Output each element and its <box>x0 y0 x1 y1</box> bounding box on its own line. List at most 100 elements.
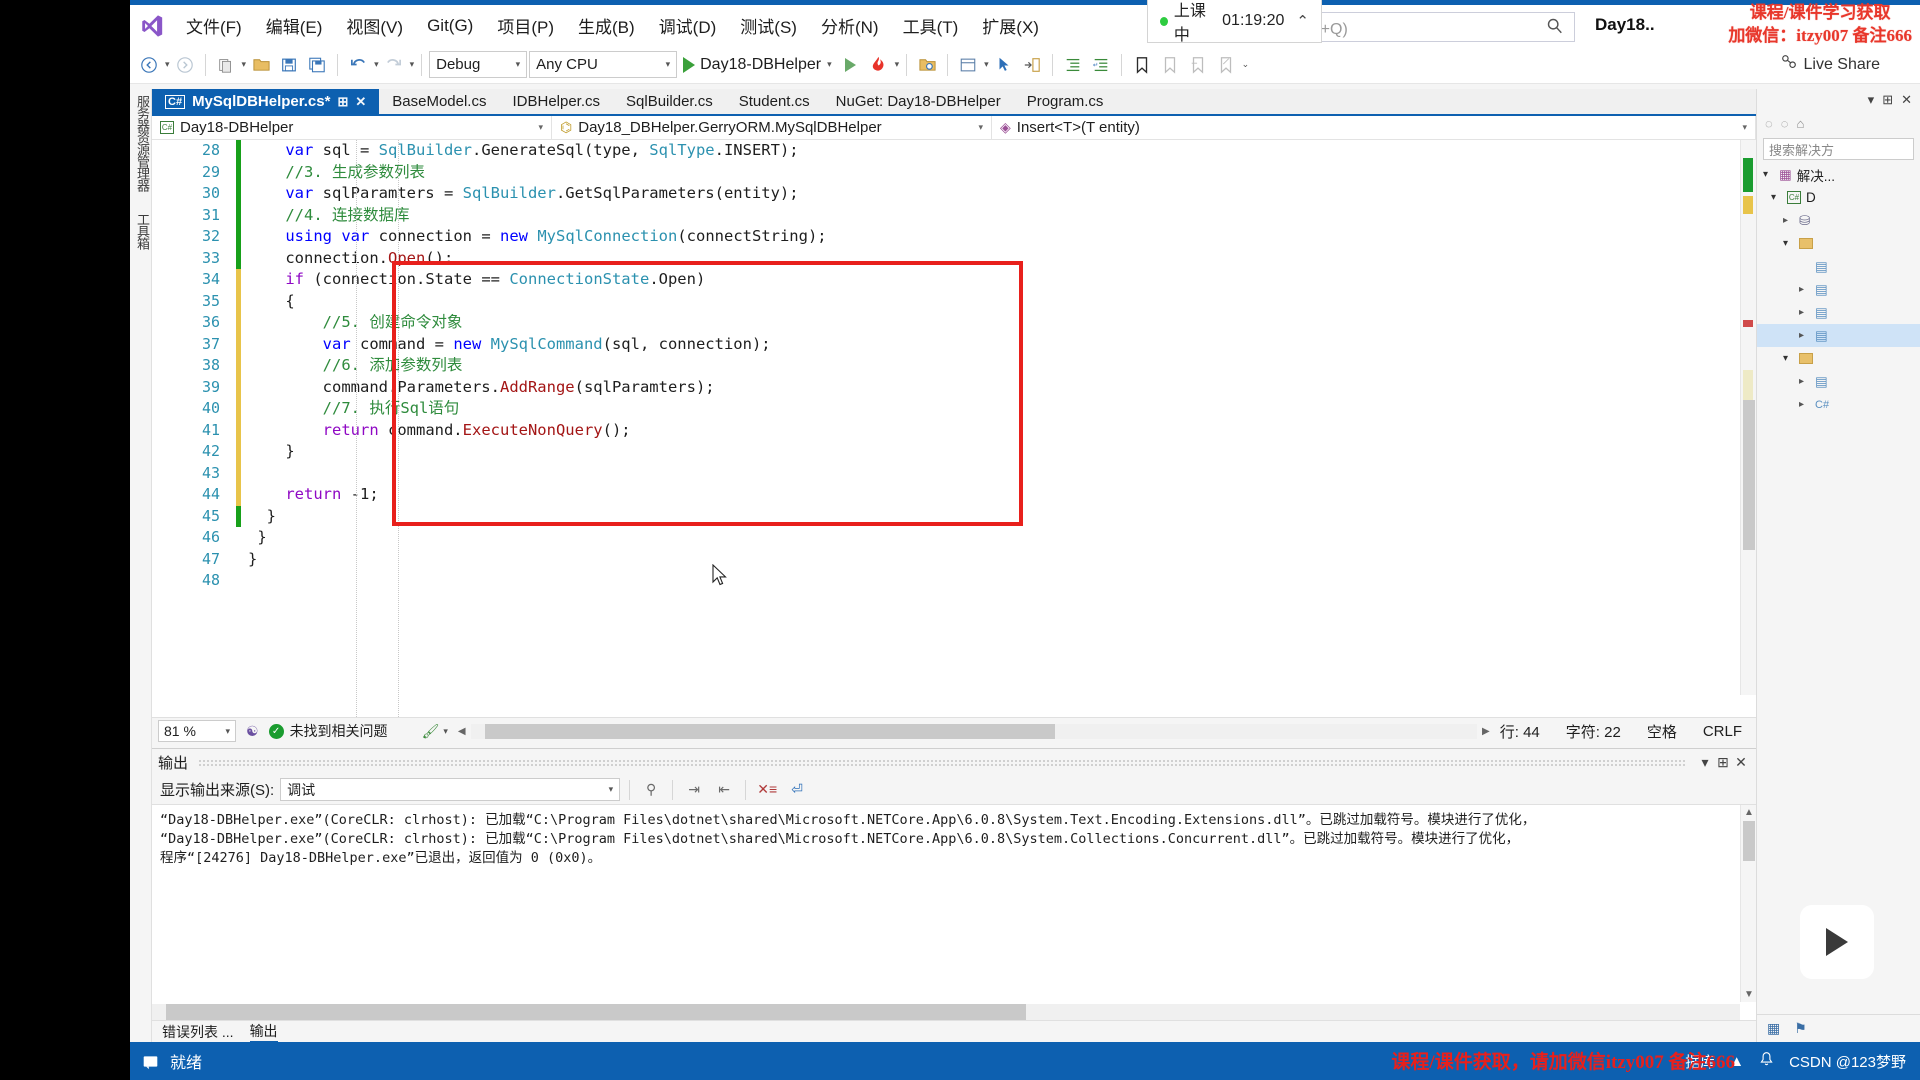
tab-mysqldbhelper[interactable]: C# MySqlDBHelper.cs* ⊞ ✕ <box>152 89 379 114</box>
hscroll-track[interactable] <box>471 724 1477 739</box>
bookmark-icon[interactable] <box>1129 50 1155 80</box>
toggle-output-icon[interactable] <box>955 50 981 80</box>
outdent-icon[interactable]: ↵ <box>1088 50 1114 80</box>
chevron-right-icon[interactable]: ▸ <box>1799 307 1810 318</box>
chevron-down-icon[interactable]: ▾ <box>1783 353 1794 364</box>
step-into-icon[interactable] <box>1019 50 1045 80</box>
breadcrumb-project[interactable]: C# Day18-DBHelper ▾ <box>152 116 552 139</box>
solution-row-file-4[interactable]: ▸ ▤ <box>1757 370 1920 393</box>
pin-icon[interactable]: ⊞ <box>1714 754 1732 771</box>
chevron-down-icon[interactable]: ▾ <box>1783 238 1794 249</box>
chevron-down-icon[interactable]: ▾ <box>1763 169 1774 180</box>
zoom-level-select[interactable]: 81 % ▾ <box>158 720 236 742</box>
find-in-files-icon[interactable] <box>914 50 940 80</box>
solution-search-input[interactable]: 搜索解决方 <box>1763 138 1914 160</box>
output-vertical-scrollbar[interactable]: ▲ ▼ <box>1740 805 1756 1002</box>
chevron-up-icon[interactable]: ⌃ <box>1296 12 1309 30</box>
chevron-down-icon[interactable]: ▾ <box>1696 754 1714 771</box>
code-lines-container[interactable]: 28 var sql = SqlBuilder.GenerateSql(type… <box>152 140 1740 695</box>
tab-output[interactable]: 输出 <box>250 1021 278 1043</box>
forward-arrow-icon[interactable]: ◌ <box>1781 116 1789 131</box>
code-line[interactable]: 48 <box>152 570 1740 592</box>
chevron-right-icon[interactable]: ▸ <box>1799 284 1810 295</box>
menu-item-git[interactable]: Git(G) <box>415 12 485 40</box>
chevron-down-icon[interactable]: ▾ <box>984 59 989 70</box>
solution-configuration-select[interactable]: Debug ▾ <box>429 51 527 78</box>
expand-icon[interactable]: ⇤ <box>712 779 736 801</box>
toolbox-tab[interactable]: 工具箱 <box>133 207 152 249</box>
menu-item-extensions[interactable]: 扩展(X) <box>970 9 1051 42</box>
scroll-left-icon[interactable]: ◀ <box>458 726 466 737</box>
code-line[interactable]: 44 return -1; <box>152 484 1740 506</box>
video-player-badge-icon[interactable] <box>1800 905 1874 979</box>
code-line[interactable]: 34 if (connection.State == ConnectionSta… <box>152 269 1740 291</box>
close-icon[interactable]: ✕ <box>1901 92 1912 108</box>
code-line[interactable]: 37 var command = new MySqlCommand(sql, c… <box>152 334 1740 356</box>
solution-row-file-selected[interactable]: ▸ ▤ <box>1757 324 1920 347</box>
solution-row-project[interactable]: ▾ C# D <box>1757 186 1920 209</box>
close-icon[interactable]: ✕ <box>355 94 366 110</box>
menu-item-build[interactable]: 生成(B) <box>566 9 647 42</box>
code-line[interactable]: 40 //7. 执行Sql语句 <box>152 398 1740 420</box>
editor-vertical-scrollbar[interactable] <box>1740 140 1756 695</box>
back-dropdown-caret-icon[interactable]: ▾ <box>165 59 170 70</box>
notification-icon[interactable] <box>140 1052 160 1070</box>
code-line[interactable]: 38 //6. 添加参数列表 <box>152 355 1740 377</box>
output-horizontal-scrollbar[interactable] <box>152 1004 1740 1020</box>
line-ending-label[interactable]: CRLF <box>1703 723 1742 740</box>
collapse-icon[interactable]: ⇥ <box>682 779 706 801</box>
tab-program[interactable]: Program.cs <box>1014 89 1117 114</box>
brush-icon[interactable]: 🖌 <box>422 723 440 740</box>
intellicode-icon[interactable]: ☯ <box>246 723 259 740</box>
menu-item-file[interactable]: 文件(F) <box>174 9 254 42</box>
menu-item-debug[interactable]: 调试(D) <box>647 9 729 42</box>
home-icon[interactable]: ⌂ <box>1796 116 1804 131</box>
code-line[interactable]: 47} <box>152 549 1740 571</box>
menu-item-tools[interactable]: 工具(T) <box>891 9 971 42</box>
scrollbar-thumb[interactable] <box>1743 821 1755 861</box>
scroll-right-icon[interactable]: ▶ <box>1482 726 1490 737</box>
solution-row-file-2[interactable]: ▸ ▤ <box>1757 278 1920 301</box>
toolbar-overflow-icon[interactable]: ⌄ <box>1242 59 1250 70</box>
tab-basemodel[interactable]: BaseModel.cs <box>379 89 499 114</box>
menu-item-edit[interactable]: 编辑(E) <box>254 9 335 42</box>
save-icon[interactable] <box>276 50 302 80</box>
class-session-overlay[interactable]: 上课中 01:19:20 ⌃ <box>1147 0 1322 43</box>
code-line[interactable]: 45 } <box>152 506 1740 528</box>
breadcrumb-member[interactable]: ◈ Insert<T>(T entity) ▾ <box>992 116 1756 139</box>
back-arrow-icon[interactable] <box>136 50 162 80</box>
pointer-select-icon[interactable] <box>991 50 1017 80</box>
tab-error-list[interactable]: 错误列表 ... <box>162 1022 234 1042</box>
open-folder-icon[interactable] <box>248 50 274 80</box>
code-line[interactable]: 32 using var connection = new MySqlConne… <box>152 226 1740 248</box>
bell-icon[interactable] <box>1758 1051 1775 1072</box>
chevron-right-icon[interactable]: ▸ <box>1783 215 1794 226</box>
code-line[interactable]: 31 //4. 连接数据库 <box>152 205 1740 227</box>
hot-reload-caret-icon[interactable]: ▾ <box>895 59 900 70</box>
breadcrumb-type[interactable]: ⌬ Day18_DBHelper.GerryORM.MySqlDBHelper … <box>552 116 992 139</box>
code-line[interactable]: 35 { <box>152 291 1740 313</box>
word-wrap-icon[interactable]: ⏎ <box>785 779 809 801</box>
code-line[interactable]: 28 var sql = SqlBuilder.GenerateSql(type… <box>152 140 1740 162</box>
tab-idbhelper[interactable]: IDBHelper.cs <box>499 89 613 114</box>
hscroll-thumb[interactable] <box>166 1004 1026 1020</box>
clear-all-icon[interactable]: ✕≡ <box>755 779 779 801</box>
chevron-down-icon[interactable]: ▾ <box>443 726 448 737</box>
scroll-up-icon[interactable]: ▲ <box>1744 807 1754 818</box>
solution-row-file-3[interactable]: ▸ ▤ <box>1757 301 1920 324</box>
code-line[interactable]: 41 return command.ExecuteNonQuery(); <box>152 420 1740 442</box>
undo-caret-icon[interactable]: ▾ <box>374 59 379 70</box>
menu-item-view[interactable]: 视图(V) <box>334 9 415 42</box>
indent-icon[interactable] <box>1060 50 1086 80</box>
chevron-down-icon[interactable]: ▾ <box>1771 192 1782 203</box>
menu-item-project[interactable]: 项目(P) <box>485 9 566 42</box>
save-all-icon[interactable] <box>304 50 330 80</box>
editor-horizontal-scrollbar[interactable]: ◀ ▶ <box>458 724 1490 739</box>
solution-row-csharp-file[interactable]: ▸ C# <box>1757 393 1920 416</box>
new-project-icon[interactable] <box>213 50 239 80</box>
code-line[interactable]: 39 command.Parameters.AddRange(sqlParamt… <box>152 377 1740 399</box>
start-without-debugging-icon[interactable] <box>838 50 864 80</box>
code-line[interactable]: 46 } <box>152 527 1740 549</box>
output-source-select[interactable]: 调试 ▾ <box>280 778 620 801</box>
new-project-caret-icon[interactable]: ▾ <box>242 59 247 70</box>
